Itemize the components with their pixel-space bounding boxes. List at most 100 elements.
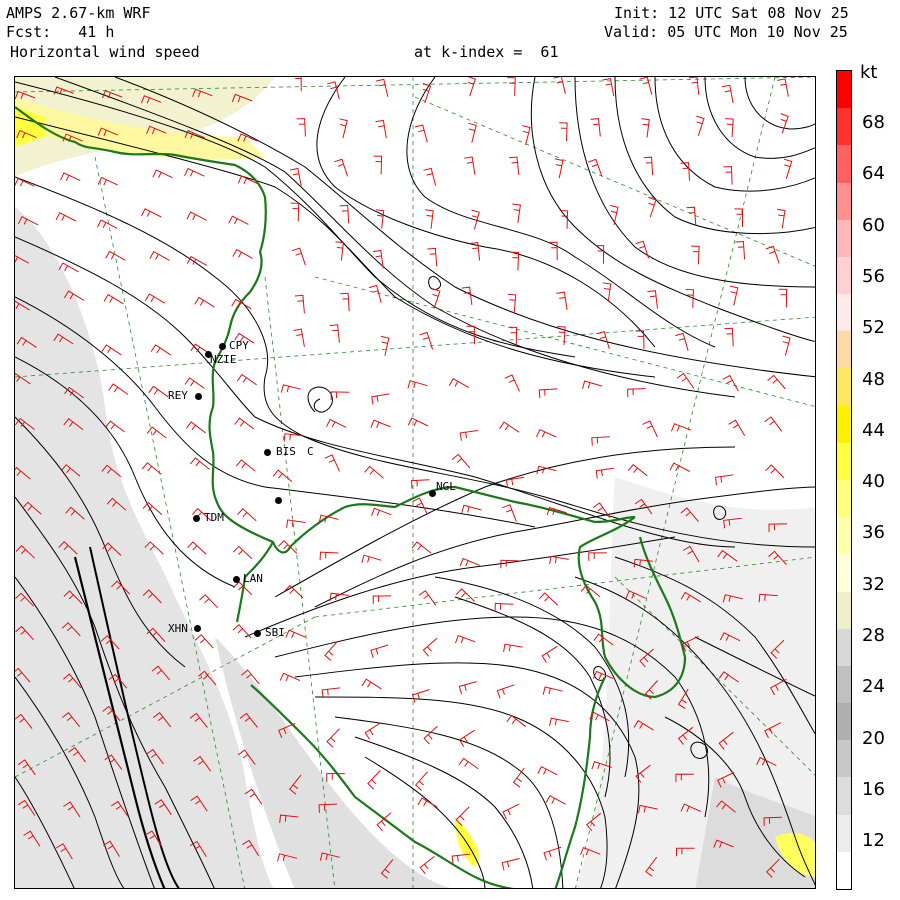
wind-barb (296, 118, 306, 137)
wind-barb (765, 464, 785, 479)
colorbar-tick-label: 56 (862, 265, 885, 287)
wind-barb (199, 594, 219, 609)
wind-barb (669, 462, 690, 472)
wind-barb (235, 459, 256, 472)
colorbar-cell (837, 219, 851, 258)
wind-barb (627, 463, 648, 477)
wind-barb (635, 240, 650, 259)
station-label-sbi: SBI (265, 626, 285, 639)
wind-barb (324, 454, 340, 472)
wind-barb (591, 436, 610, 446)
terrain-shading (15, 77, 815, 888)
wind-barb (423, 725, 438, 745)
wind-barb (778, 288, 788, 308)
wind-barb (407, 417, 429, 427)
wind-barb (295, 77, 302, 92)
colorbar-tick-label: 36 (862, 522, 885, 544)
colorbar-tick-label: 64 (862, 163, 885, 185)
wind-barb (339, 118, 348, 139)
wind-barb (326, 728, 340, 748)
colorbar-tick-label: 52 (862, 317, 885, 339)
wind-barb (96, 219, 118, 229)
wind-barb (507, 77, 516, 96)
wind-barb (725, 118, 734, 138)
wind-barb (101, 344, 122, 356)
station-dot-unnamed[interactable] (275, 497, 282, 504)
wind-barb (319, 551, 339, 561)
wind-barb (459, 430, 479, 441)
station-label-tdm: TDM (204, 511, 224, 524)
station-dot-cpy[interactable] (219, 343, 226, 350)
wind-barb (458, 681, 477, 695)
wind-barb (373, 155, 383, 175)
wind-barb (542, 686, 563, 695)
wind-barb (461, 504, 482, 514)
wind-barb (728, 419, 746, 436)
wind-barb (588, 552, 607, 561)
colorbar (836, 70, 852, 890)
wind-barb (236, 373, 257, 386)
station-dot-ngl[interactable] (429, 490, 436, 497)
wind-barb (375, 209, 385, 229)
wind-barb (419, 856, 435, 875)
wind-barb (448, 378, 470, 389)
wind-barb (647, 290, 658, 309)
station-dot-lan[interactable] (233, 576, 240, 583)
wind-barb (676, 372, 695, 389)
wind-barb (335, 241, 344, 261)
wind-barb (553, 77, 566, 95)
station-dot-tdm[interactable] (193, 515, 200, 522)
colorbar-tick-label: 60 (862, 214, 885, 236)
wind-barb (549, 717, 569, 727)
wind-barb (423, 167, 437, 186)
colorbar-cell (837, 405, 851, 444)
wind-barb (427, 247, 438, 267)
wind-barb (411, 479, 430, 489)
wind-barb (458, 757, 479, 770)
colorbar-cell (837, 71, 851, 109)
wind-barb (496, 684, 515, 699)
wind-barb (321, 687, 341, 698)
colorbar-cell (837, 145, 851, 184)
wind-barb (327, 81, 340, 100)
wind-barb (610, 205, 619, 226)
wind-barb (364, 465, 384, 479)
wind-barb (330, 391, 350, 400)
colorbar-cell (837, 591, 851, 630)
wind-barb (627, 388, 646, 398)
wind-barb (329, 324, 340, 343)
wind-barb (468, 122, 477, 143)
station-dot-bis[interactable] (264, 449, 271, 456)
colorbar-cell (837, 665, 851, 704)
level-index: at k-index = 61 (414, 43, 559, 61)
wind-barb (502, 803, 520, 820)
station-label-lan: LAN (243, 572, 263, 585)
wind-barb (582, 380, 603, 389)
wind-barb (232, 545, 253, 560)
station-dot-xhn[interactable] (194, 625, 201, 632)
wind-barb (234, 417, 255, 430)
colorbar-cell (837, 628, 851, 667)
wind-barb (691, 245, 700, 265)
wind-barb (510, 251, 520, 271)
wind-barb (590, 118, 601, 137)
wind-barb (777, 78, 789, 97)
station-dot-rey[interactable] (195, 393, 202, 400)
colorbar-cell (837, 331, 851, 369)
wind-barb (537, 766, 558, 776)
wind-barb (407, 380, 428, 389)
wind-barb (595, 467, 615, 479)
colorbar-tick-label: 20 (862, 727, 885, 749)
wind-barb (501, 858, 520, 871)
wind-barb (370, 644, 389, 659)
colorbar-cell (837, 480, 851, 518)
wind-barb (290, 202, 300, 222)
wind-barb (507, 293, 517, 313)
wind-barb (432, 288, 441, 309)
wind-barb (554, 158, 564, 179)
colorbar-cell (837, 294, 851, 332)
station-dot-sbi[interactable] (254, 630, 261, 637)
wind-map[interactable] (14, 76, 816, 889)
wind-barb (722, 374, 739, 392)
wind-barb (648, 196, 657, 218)
